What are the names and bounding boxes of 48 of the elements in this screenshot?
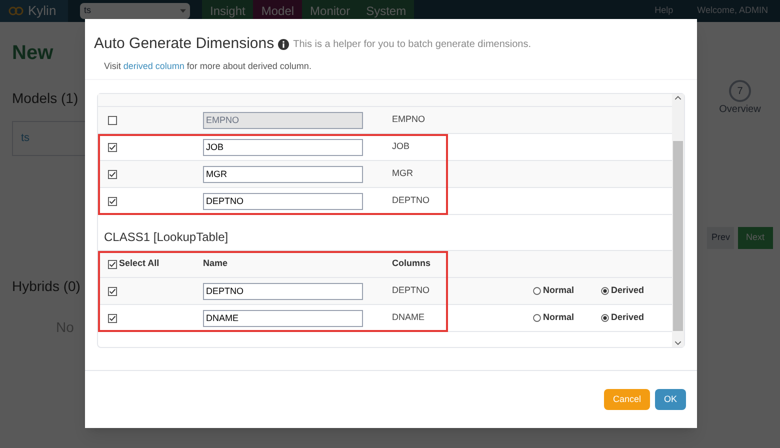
checked-checkbox[interactable] xyxy=(108,260,117,268)
select-all-label: Select All xyxy=(119,257,160,270)
name-input[interactable]: MGR xyxy=(203,166,363,182)
column-name: MGR xyxy=(392,167,414,180)
brand-name: Kylin xyxy=(28,2,56,20)
checked-checkbox[interactable] xyxy=(108,142,117,152)
scrollbar-thumb[interactable] xyxy=(673,140,683,330)
checked-checkbox[interactable] xyxy=(108,286,117,296)
models-heading: Models (1) xyxy=(12,89,80,108)
column-header: Columns xyxy=(392,257,431,270)
checked-checkbox[interactable] xyxy=(108,170,117,178)
ok-button[interactable]: OK xyxy=(654,389,686,410)
column-name: EMPNO xyxy=(392,113,426,126)
radio-button[interactable] xyxy=(601,314,609,322)
derived-column-link[interactable]: derived column xyxy=(123,60,184,70)
step-label: Overview xyxy=(719,103,761,117)
column-name: DEPTNO xyxy=(392,284,431,298)
radio-button[interactable] xyxy=(533,314,541,322)
scroll-up-icon xyxy=(675,96,681,100)
checked-checkbox[interactable] xyxy=(108,314,117,322)
prev-button[interactable]: Prev xyxy=(707,227,734,248)
hybrids-heading: Hybrids (0) xyxy=(12,276,82,296)
radio-label: Normal xyxy=(543,284,574,298)
scrollbar[interactable] xyxy=(672,94,684,347)
column-name: DNAME xyxy=(392,311,426,324)
dialog-note: Visit derived column for more about derived column. xyxy=(104,60,312,72)
radio-button[interactable] xyxy=(533,287,541,295)
name-input[interactable]: DEPTNO xyxy=(203,282,363,300)
column-header: Name xyxy=(203,257,229,270)
column-name: JOB xyxy=(392,140,411,154)
column-name: DEPTNO xyxy=(392,194,431,208)
name-input[interactable]: JOB xyxy=(203,138,363,156)
dialog-title: Auto Generate Dimensions xyxy=(94,34,274,54)
cancel-button[interactable]: Cancel xyxy=(604,389,650,410)
name-input[interactable]: DNAME xyxy=(203,310,363,326)
radio-button[interactable] xyxy=(601,287,609,295)
radio-label: Derived xyxy=(611,311,644,324)
caret-icon xyxy=(180,9,186,13)
radio-label: Derived xyxy=(611,284,644,298)
checked-checkbox[interactable] xyxy=(108,196,117,206)
next-button[interactable]: Next xyxy=(738,227,773,248)
scroll-down-icon xyxy=(675,341,681,345)
dialog-hint: This is a helper for you to batch generate dimensions. xyxy=(293,38,532,52)
name-input[interactable]: DEPTNO xyxy=(203,192,363,210)
logo-icon xyxy=(8,5,24,17)
project-select[interactable]: ts xyxy=(80,3,190,19)
info-icon xyxy=(278,38,290,50)
radio-label: Normal xyxy=(543,311,574,324)
